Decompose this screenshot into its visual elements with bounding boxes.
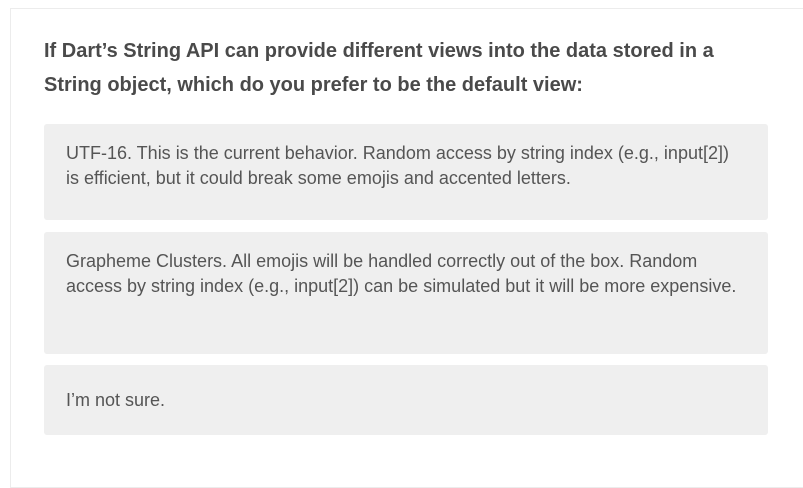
answer-option-not-sure[interactable]: I’m not sure. (44, 365, 768, 435)
answer-option-label: UTF-16. This is the current behavior. Ra… (66, 143, 729, 188)
answer-option-label: I’m not sure. (66, 390, 166, 410)
answer-option-label: Grapheme Clusters. All emojis will be ha… (66, 251, 737, 296)
answer-option-utf16[interactable]: UTF-16. This is the current behavior. Ra… (44, 124, 768, 220)
question-text: If Dart’s String API can provide differe… (44, 40, 714, 96)
answer-option-grapheme-clusters[interactable]: Grapheme Clusters. All emojis will be ha… (44, 232, 768, 354)
